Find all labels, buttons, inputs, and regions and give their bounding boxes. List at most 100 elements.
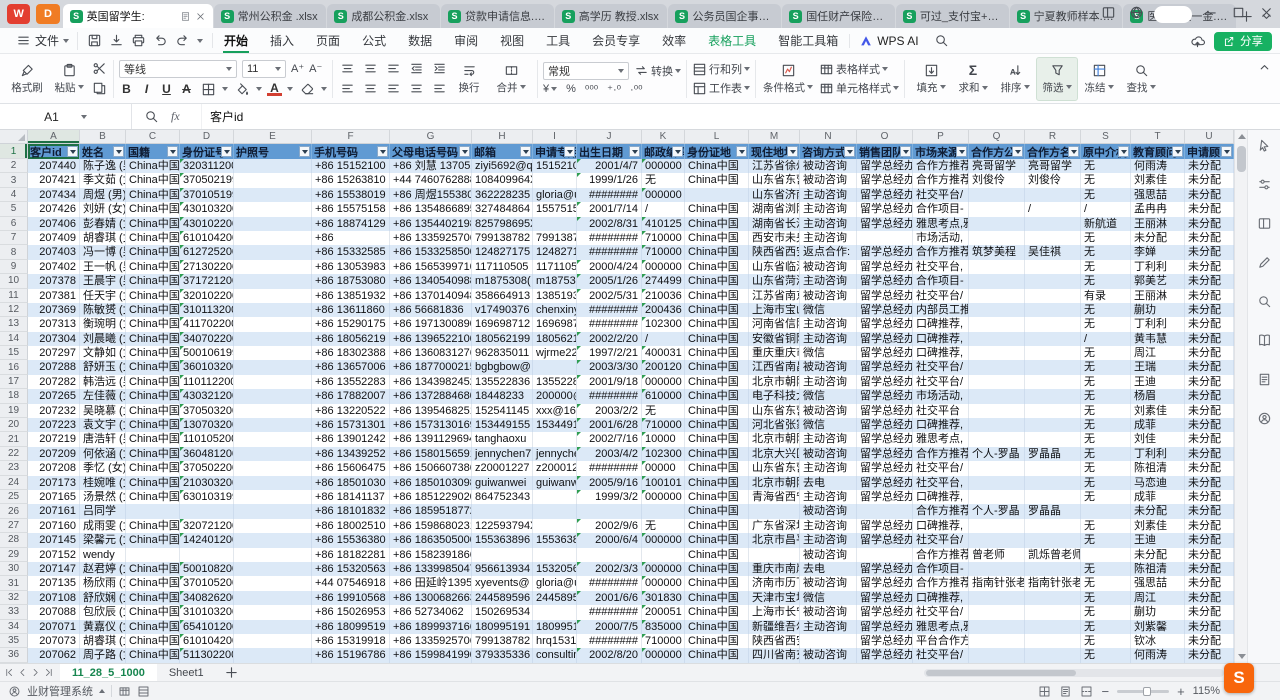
cell[interactable]	[1025, 260, 1081, 274]
cell[interactable]: China中国	[685, 461, 749, 475]
cell[interactable]: +86 17882007	[312, 389, 390, 403]
column-header-R[interactable]: R	[1025, 130, 1081, 143]
cell[interactable]: 留学总经办	[857, 576, 913, 590]
cell[interactable]: 留学总经办	[857, 620, 913, 634]
cell[interactable]	[472, 548, 533, 562]
copy-button[interactable]	[90, 80, 108, 97]
cloud-upload-icon[interactable]	[1190, 34, 1205, 49]
cell[interactable]: 2003/4/2	[577, 447, 642, 461]
cell[interactable]: 207403	[28, 245, 80, 259]
cell[interactable]	[234, 375, 312, 389]
cell[interactable]: China中国	[685, 404, 749, 418]
row-header-14[interactable]: 14	[0, 332, 28, 346]
cell[interactable]: 511302200208200025	[180, 648, 234, 662]
cell[interactable]: 留学总经办	[857, 432, 913, 446]
cell[interactable]: 被动咨询	[800, 260, 857, 274]
cell[interactable]: +86 1300682663	[390, 591, 472, 605]
cell[interactable]: 207073	[28, 634, 80, 648]
cell[interactable]: 未分配	[1185, 274, 1234, 288]
cell[interactable]: 未分配	[1185, 289, 1234, 303]
cell[interactable]	[234, 173, 312, 187]
reference-icon[interactable]	[1257, 333, 1272, 348]
cell[interactable]: 济南市历下	[749, 576, 800, 590]
cell[interactable]: 207147	[28, 562, 80, 576]
cell[interactable]	[234, 620, 312, 634]
cell[interactable]: 210036	[642, 289, 685, 303]
cell[interactable]: 社交平台	[913, 404, 969, 418]
cell[interactable]: 无	[1081, 274, 1131, 288]
cell[interactable]	[800, 634, 857, 648]
cell[interactable]: 任天宇 (女	[80, 289, 126, 303]
cell[interactable]: 370105200210270824	[180, 576, 234, 590]
cell[interactable]	[969, 231, 1025, 245]
cell[interactable]: China中国	[126, 360, 180, 374]
cell[interactable]: hrq153199	[533, 634, 577, 648]
cell[interactable]: 被动咨询	[800, 504, 857, 518]
cell[interactable]: China中国	[685, 360, 749, 374]
cell[interactable]: 湖南省浏阳	[749, 202, 800, 216]
cell[interactable]: 2000/6/4	[577, 533, 642, 547]
cell[interactable]: +86 18141137	[312, 490, 390, 504]
cell[interactable]	[533, 504, 577, 518]
minimize-button[interactable]	[1201, 4, 1219, 22]
decrease-font-button[interactable]: A⁻	[309, 62, 322, 75]
cell[interactable]: 370105199411221118	[180, 188, 234, 202]
cell[interactable]	[1025, 346, 1081, 360]
cell[interactable]: 2003/3/30	[577, 360, 642, 374]
cell[interactable]: 成雨雯 (女	[80, 519, 126, 533]
row-header-27[interactable]: 27	[0, 519, 28, 533]
cell[interactable]: 169698712	[472, 317, 533, 331]
cell[interactable]: 微信	[800, 346, 857, 360]
cell[interactable]: 362228235	[472, 188, 533, 202]
cell[interactable]: 上海市长宁	[749, 605, 800, 619]
cell[interactable]: 207282	[28, 375, 80, 389]
cell[interactable]: +86 1360831276	[390, 346, 472, 360]
cell[interactable]: 雅思考点,雅	[913, 217, 969, 231]
filter-dropdown-icon[interactable]	[67, 146, 78, 157]
cell[interactable]	[1025, 303, 1081, 317]
cell[interactable]: 未分配	[1185, 591, 1234, 605]
cell[interactable]: 主动咨询	[800, 202, 857, 216]
cell[interactable]: 江西省南昌	[749, 360, 800, 374]
cell[interactable]: 山东省临沂	[749, 260, 800, 274]
row-header-9[interactable]: 9	[0, 260, 28, 274]
cell[interactable]: 留学总经办	[857, 648, 913, 662]
cell[interactable]	[234, 389, 312, 403]
cursor-tool-icon[interactable]	[1257, 138, 1272, 153]
cell[interactable]: 曾老师	[969, 548, 1025, 562]
cell[interactable]: China中国	[685, 231, 749, 245]
cell[interactable]: 无	[1081, 360, 1131, 374]
cell[interactable]: guiwanwei	[533, 476, 577, 490]
cell[interactable]: 2002/9/6	[577, 519, 642, 533]
cell[interactable]	[1025, 274, 1081, 288]
cell[interactable]: 韩浩远 (男	[80, 375, 126, 389]
column-header-K[interactable]: K	[642, 130, 685, 143]
cell[interactable]: 社交平台/	[913, 375, 969, 389]
cell[interactable]: 102300	[642, 447, 685, 461]
cell[interactable]	[1025, 289, 1081, 303]
header-cell[interactable]: 合作方名	[1025, 144, 1081, 159]
cell[interactable]: +86 1850103098	[390, 476, 472, 490]
cell[interactable]: +86 1580156591	[390, 447, 472, 461]
cell[interactable]: +86 18753080	[312, 274, 390, 288]
increase-font-button[interactable]: A⁺	[291, 62, 304, 75]
cell[interactable]: 207440	[28, 159, 80, 173]
cell[interactable]: China中国	[685, 217, 749, 231]
cell[interactable]	[969, 461, 1025, 475]
cell[interactable]: 强思喆	[1131, 576, 1185, 590]
document-tab[interactable]: S英国留学生:	[63, 4, 213, 28]
cell[interactable]: 社交平台/	[913, 533, 969, 547]
fill-color-button[interactable]	[233, 81, 251, 98]
cell[interactable]: 799138782	[472, 634, 533, 648]
cell[interactable]: 未分配	[1185, 159, 1234, 173]
row-header-8[interactable]: 8	[0, 245, 28, 259]
cell[interactable]: +86 15731301	[312, 418, 390, 432]
row-header-3[interactable]: 3	[0, 173, 28, 187]
cell[interactable]: 主动咨询	[800, 231, 857, 245]
cell[interactable]: +86 1335925706	[390, 634, 472, 648]
cell[interactable]	[234, 634, 312, 648]
zoom-slider-thumb[interactable]	[1143, 687, 1151, 696]
row-header-30[interactable]: 30	[0, 562, 28, 576]
cell[interactable]: 000000	[642, 490, 685, 504]
cell[interactable]	[642, 548, 685, 562]
